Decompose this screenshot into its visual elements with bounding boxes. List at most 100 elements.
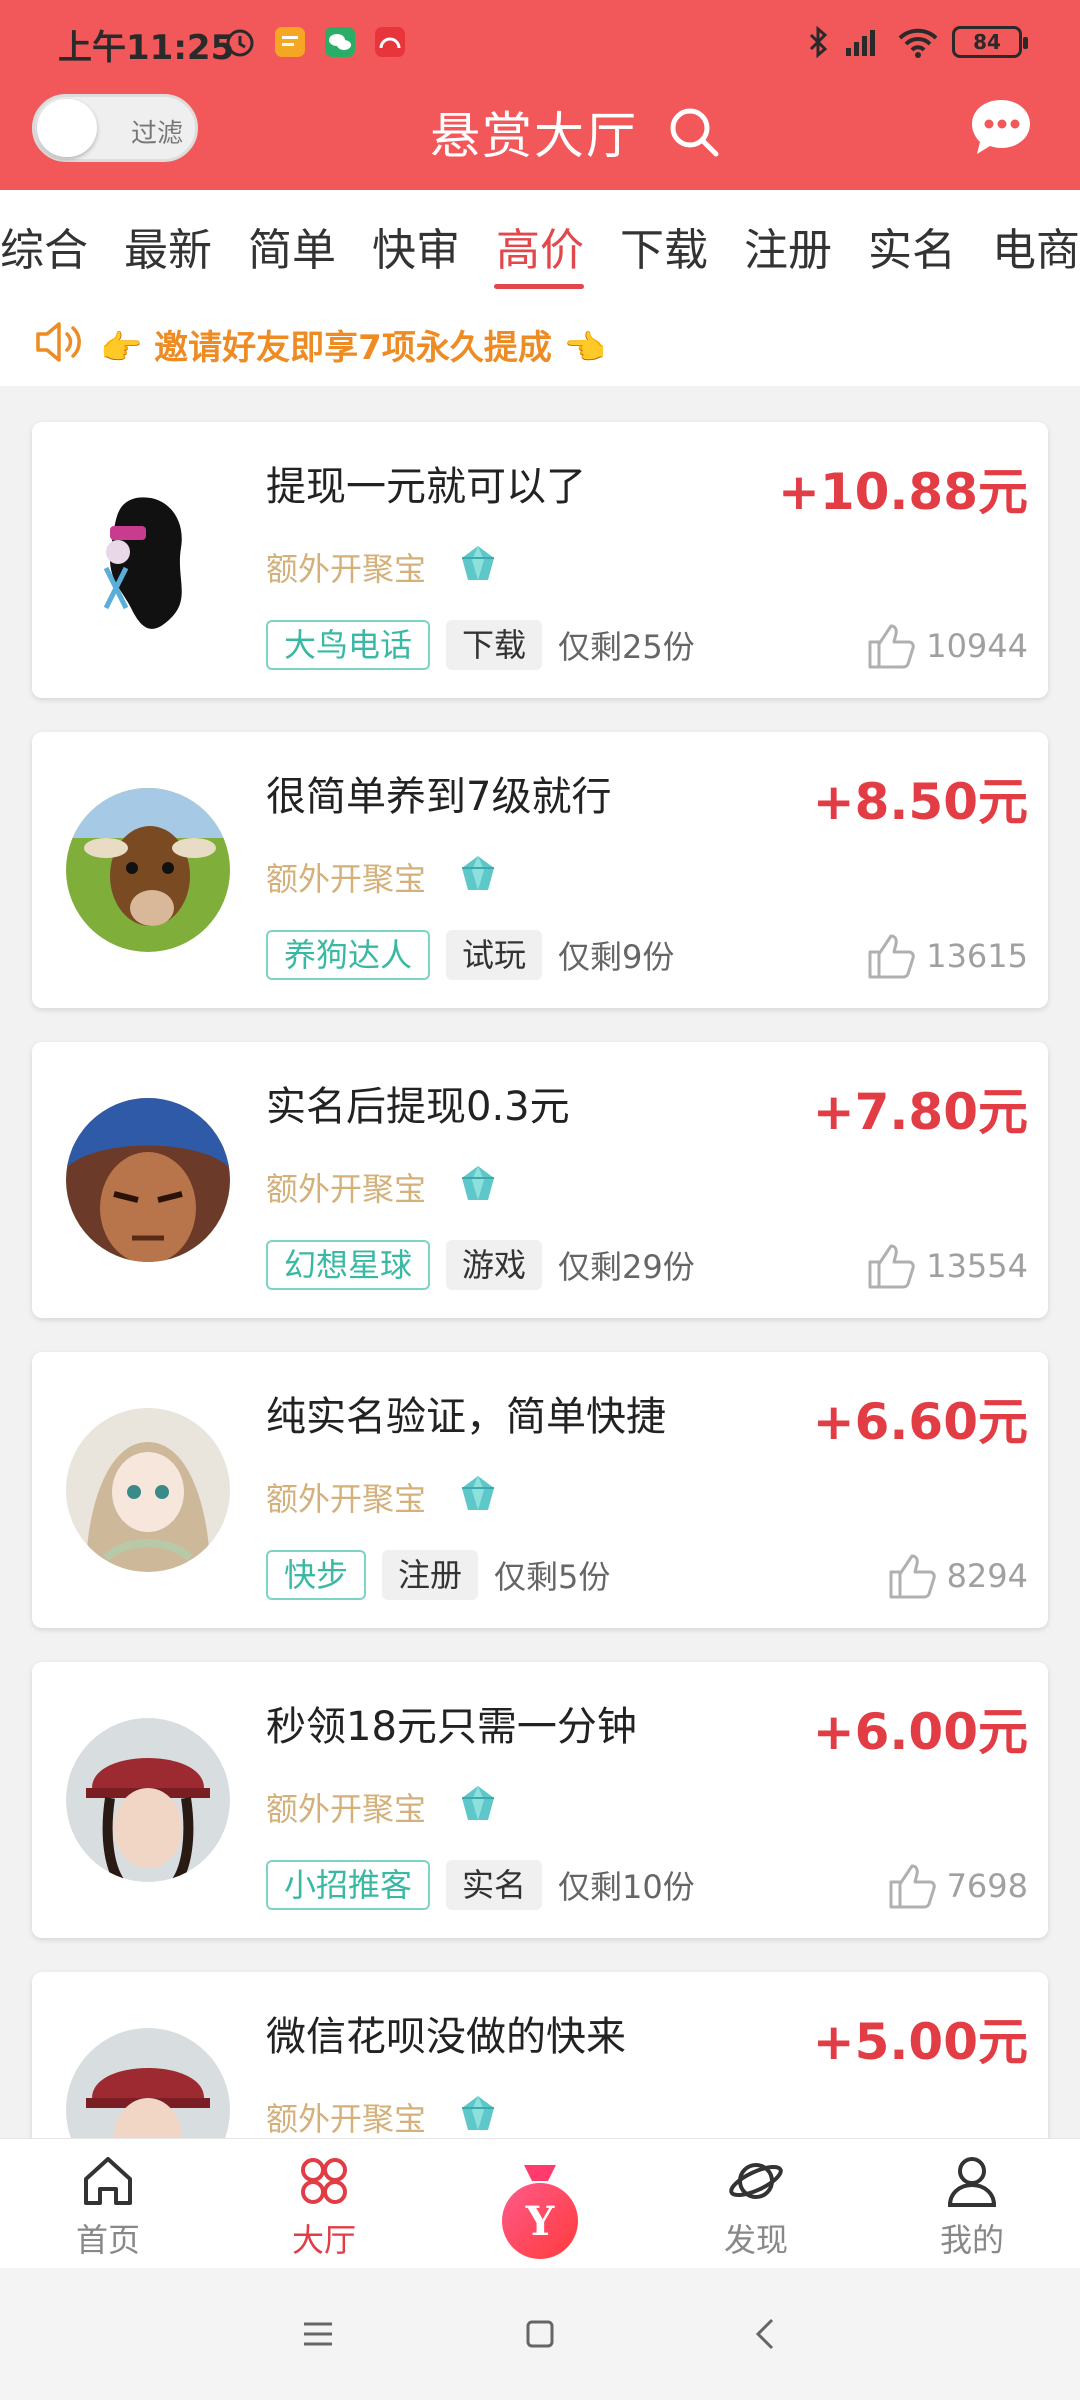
task-reward: +10.88元 [777, 463, 1028, 521]
like-count[interactable]: 7698 [887, 1862, 1028, 1910]
app-tag: 小招推客 [266, 1860, 431, 1910]
tab-gaojia[interactable]: 高价 [496, 214, 584, 278]
tab-jiandan[interactable]: 简单 [248, 214, 336, 278]
thumbs-up-icon [889, 1554, 936, 1599]
back-icon[interactable] [746, 2314, 786, 2354]
category-tag: 游戏 [446, 1240, 543, 1290]
nav-hall-label: 大厅 [291, 2221, 356, 2259]
speaker-icon [36, 322, 81, 362]
like-count[interactable]: 8294 [887, 1552, 1028, 1600]
task-title: 提现一元就可以了 [266, 464, 586, 510]
category-tag: 注册 [382, 1550, 479, 1600]
like-count-value: 13554 [926, 1247, 1028, 1285]
task-card[interactable]: 提现一元就可以了 +10.88元 额外开聚宝 大鸟电话 下载 仅剩25份 109… [32, 422, 1048, 698]
notice-text: 👉 邀请好友即享7项永久提成 👈 [100, 328, 606, 368]
task-card[interactable]: 秒领18元只需一分钟 +6.00元 额外开聚宝 小招推客 实名 仅剩10份 76… [32, 1662, 1048, 1938]
task-title: 实名后提现0.3元 [266, 1084, 570, 1130]
task-tags: 幻想星球 游戏 仅剩29份 [266, 1238, 695, 1292]
menu-icon[interactable] [298, 2314, 338, 2354]
task-subtitle: 额外开聚宝 [266, 2100, 427, 2138]
task-title: 纯实名验证，简单快捷 [266, 1394, 666, 1440]
system-nav-bar [0, 2268, 1080, 2400]
message-icon[interactable] [962, 90, 1042, 170]
hall-icon [301, 2158, 347, 2204]
avatar [66, 1408, 230, 1572]
task-subtitle: 额外开聚宝 [266, 550, 427, 588]
task-title: 很简单养到7级就行 [266, 774, 612, 820]
avatar [66, 1098, 230, 1262]
notice-bar[interactable]: 👉 邀请好友即享7项永久提成 👈 [0, 300, 1080, 386]
task-subtitle: 额外开聚宝 [266, 1480, 427, 1518]
reward-bag-button[interactable]: Y [488, 2157, 592, 2261]
task-subtitle: 额外开聚宝 [266, 1170, 427, 1208]
tab-dianshang[interactable]: 电商 [992, 214, 1080, 278]
filter-label: 过滤 [131, 119, 184, 149]
app-tag: 大鸟电话 [266, 620, 431, 670]
thumbs-up-icon [868, 1244, 915, 1289]
gem-icon [462, 1166, 494, 1200]
wifi-icon [898, 28, 938, 58]
tab-zuixin[interactable]: 最新 [124, 214, 212, 278]
task-subtitle: 额外开聚宝 [266, 1790, 427, 1828]
gem-icon [462, 856, 494, 890]
app-tag: 快步 [266, 1550, 367, 1600]
task-tags: 养狗达人 试玩 仅剩9份 [266, 928, 674, 982]
tab-kuaishen[interactable]: 快审 [372, 214, 460, 278]
task-tags: 小招推客 实名 仅剩10份 [266, 1858, 695, 1912]
category-tabs: 综合 最新 简单 快审 高价 下载 注册 实名 电商 [0, 190, 1080, 300]
task-reward: +5.00元 [812, 2013, 1028, 2071]
like-count[interactable]: 10944 [866, 622, 1028, 670]
avatar [66, 788, 230, 952]
status-time: 上午11:25 [58, 28, 235, 68]
task-card[interactable]: 微信花呗没做的快来 +5.00元 额外开聚宝 [32, 1972, 1048, 2138]
task-tags: 快步 注册 仅剩5份 [266, 1548, 610, 1602]
like-count[interactable]: 13615 [866, 932, 1028, 980]
wechat-icon [325, 27, 355, 57]
tab-zonghe[interactable]: 综合 [0, 214, 88, 278]
battery-indicator: 84 [952, 26, 1028, 58]
nav-home[interactable]: 首页 [38, 2151, 178, 2261]
nav-discover-label: 发现 [723, 2221, 788, 2259]
task-list: 提现一元就可以了 +10.88元 额外开聚宝 大鸟电话 下载 仅剩25份 109… [0, 386, 1080, 2138]
task-card[interactable]: 纯实名验证，简单快捷 +6.60元 额外开聚宝 快步 注册 仅剩5份 8294 [32, 1352, 1048, 1628]
alarm-icon [226, 29, 254, 57]
app-tag: 幻想星球 [266, 1240, 431, 1290]
like-count-value: 7698 [946, 1867, 1028, 1905]
active-tab-indicator [494, 284, 584, 289]
task-title: 微信花呗没做的快来 [266, 2014, 626, 2060]
category-tag: 实名 [446, 1860, 543, 1910]
home-square-icon[interactable] [520, 2314, 560, 2354]
gem-icon [462, 1476, 494, 1510]
search-icon[interactable] [664, 102, 724, 162]
task-reward: +6.00元 [812, 1703, 1028, 1761]
task-reward: +8.50元 [812, 773, 1028, 831]
filter-toggle[interactable]: 过滤 [32, 94, 198, 162]
gem-icon [462, 2096, 494, 2130]
status-bar: 上午11:25 84 [0, 0, 1080, 84]
like-count[interactable]: 13554 [866, 1242, 1028, 1290]
gem-icon [462, 1786, 494, 1820]
task-tags: 大鸟电话 下载 仅剩25份 [266, 618, 695, 672]
thumbs-up-icon [868, 624, 915, 669]
gem-icon [462, 546, 494, 580]
thumbs-up-icon [889, 1864, 936, 1909]
page-title: 悬赏大厅 [430, 107, 638, 165]
remaining-count: 仅剩10份 [558, 1868, 695, 1906]
task-card[interactable]: 很简单养到7级就行 +8.50元 额外开聚宝 养狗达人 试玩 仅剩9份 1361… [32, 732, 1048, 1008]
task-subtitle: 额外开聚宝 [266, 860, 427, 898]
remaining-count: 仅剩9份 [558, 938, 675, 976]
app-tag: 养狗达人 [266, 930, 431, 980]
nav-me-label: 我的 [939, 2221, 1004, 2259]
nav-hall[interactable]: 大厅 [254, 2151, 394, 2261]
task-card[interactable]: 实名后提现0.3元 +7.80元 额外开聚宝 幻想星球 游戏 仅剩29份 135… [32, 1042, 1048, 1318]
app-header: 上午11:25 84 过滤 悬赏大厅 [0, 0, 1080, 190]
nav-me[interactable]: 我的 [902, 2151, 1042, 2261]
speed-app-icon [375, 27, 405, 57]
nav-discover[interactable]: 发现 [686, 2151, 826, 2261]
tab-shiming[interactable]: 实名 [868, 214, 956, 278]
tab-xiazai[interactable]: 下载 [620, 214, 708, 278]
tab-zhuce[interactable]: 注册 [744, 214, 832, 278]
category-tag: 试玩 [446, 930, 543, 980]
task-reward: +7.80元 [812, 1083, 1028, 1141]
avatar [66, 478, 230, 642]
